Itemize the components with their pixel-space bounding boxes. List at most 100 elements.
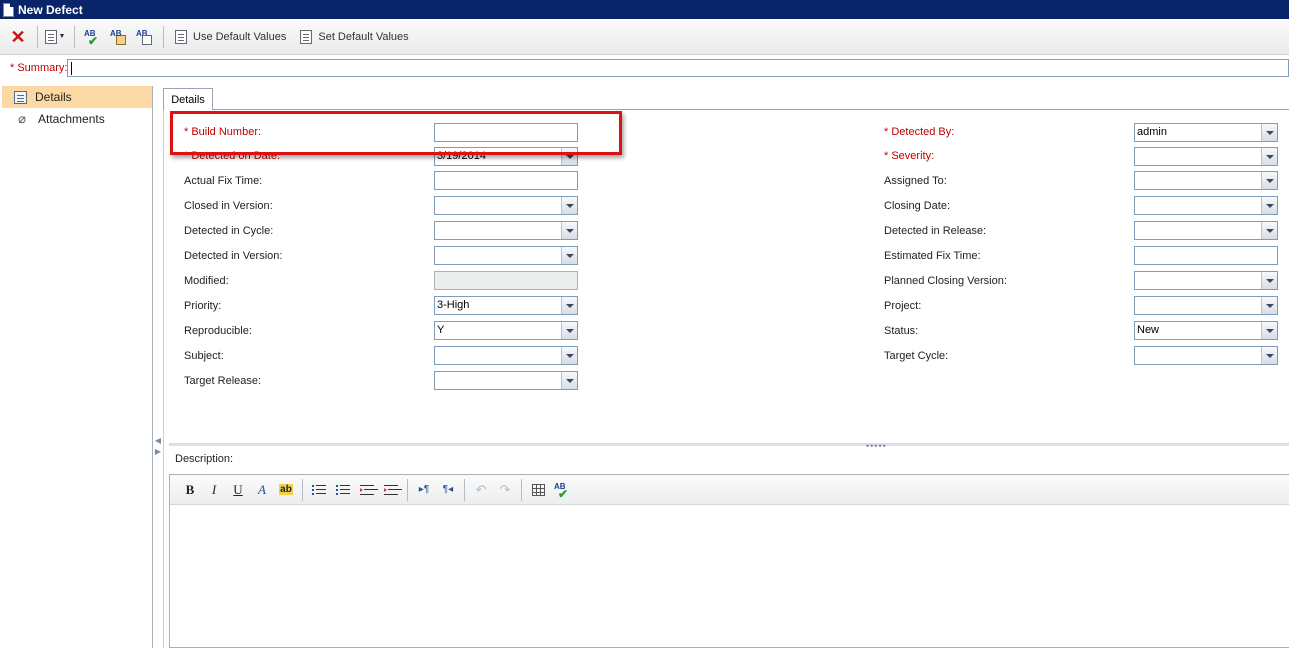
toolbar-separator xyxy=(37,25,38,48)
thesaurus-icon: AB xyxy=(109,28,127,46)
priority-field[interactable]: 3-High xyxy=(434,296,578,315)
use-default-values-button[interactable]: Use Default Values xyxy=(169,25,292,49)
splitter-grip-icon[interactable]: ••••• xyxy=(866,441,887,451)
target-release-field[interactable] xyxy=(434,371,578,390)
indent-icon xyxy=(384,484,398,496)
sidebar-item-label: Attachments xyxy=(38,112,105,126)
modified-label: Modified: xyxy=(184,275,229,287)
chevron-down-icon[interactable] xyxy=(1261,297,1277,314)
panel-splitter[interactable] xyxy=(169,443,1289,446)
closed-in-version-field[interactable] xyxy=(434,196,578,215)
increase-indent-button[interactable] xyxy=(379,479,403,501)
undo-icon: ↶ xyxy=(475,481,487,497)
main-toolbar: ✕ ▼ AB ✔ AB AB Use Default Values Set Def… xyxy=(0,19,1289,55)
rtl-button[interactable]: ¶◂ xyxy=(436,479,460,501)
chevron-down-icon[interactable] xyxy=(1261,148,1277,165)
project-field[interactable] xyxy=(1134,296,1278,315)
insert-table-button[interactable] xyxy=(526,479,550,501)
editor-spell-check-button[interactable]: AB ✔ xyxy=(550,479,574,501)
collapse-sidebar-handle[interactable]: ◀ ▶ xyxy=(154,435,162,459)
redo-button[interactable]: ↷ xyxy=(493,479,517,501)
assigned-to-field[interactable] xyxy=(1134,171,1278,190)
editor-toolbar: B I U A ab ▸¶ ¶◂ ↶ ↷ AB ✔ xyxy=(170,475,1289,505)
actual-fix-time-field[interactable] xyxy=(434,171,578,190)
toolbar-separator xyxy=(464,478,465,501)
chevron-down-icon[interactable] xyxy=(1261,124,1277,141)
undo-button[interactable]: ↶ xyxy=(469,479,493,501)
build-number-field[interactable] xyxy=(434,123,578,142)
spelling-options-icon: AB xyxy=(135,28,153,46)
bullet-list-button[interactable] xyxy=(307,479,331,501)
summary-input[interactable] xyxy=(67,59,1289,77)
tab-label: Details xyxy=(171,93,205,106)
close-defect-button[interactable]: ✕ xyxy=(6,25,30,49)
description-editor: B I U A ab ▸¶ ¶◂ ↶ ↷ AB ✔ xyxy=(169,474,1289,648)
details-icon xyxy=(14,90,27,104)
clipboard-icon xyxy=(44,29,57,44)
summary-label: * Summary: xyxy=(10,62,68,74)
numbered-list-button[interactable] xyxy=(331,479,355,501)
chevron-down-icon[interactable] xyxy=(1261,347,1277,364)
chevron-down-icon[interactable] xyxy=(561,247,577,264)
closing-date-field[interactable] xyxy=(1134,196,1278,215)
clipboard-dropdown-button[interactable]: ▼ xyxy=(43,25,67,49)
reproducible-field[interactable]: Y xyxy=(434,321,578,340)
chevron-down-icon[interactable] xyxy=(561,148,577,165)
chevron-down-icon[interactable] xyxy=(561,197,577,214)
paperclip-icon: ⌀ xyxy=(18,111,26,126)
chevron-down-icon[interactable] xyxy=(1261,172,1277,189)
status-field[interactable]: New xyxy=(1134,321,1278,340)
window-titlebar: New Defect xyxy=(0,0,1289,19)
bold-button[interactable]: B xyxy=(178,479,202,501)
chevron-down-icon[interactable] xyxy=(1261,272,1277,289)
table-icon xyxy=(531,483,545,496)
thesaurus-button[interactable]: AB xyxy=(106,25,130,49)
chevron-down-icon[interactable] xyxy=(561,372,577,389)
detected-in-release-field[interactable] xyxy=(1134,221,1278,240)
tab-details[interactable]: Details xyxy=(163,88,213,110)
spelling-options-button[interactable]: AB xyxy=(132,25,156,49)
sidebar-item-attachments[interactable]: ⌀ Attachments xyxy=(2,108,152,130)
estimated-fix-time-field[interactable] xyxy=(1134,246,1278,265)
target-release-label: Target Release: xyxy=(184,375,262,387)
italic-button[interactable]: I xyxy=(202,479,226,501)
font-color-button[interactable]: A xyxy=(250,479,274,501)
subject-field[interactable] xyxy=(434,346,578,365)
chevron-down-icon[interactable] xyxy=(561,297,577,314)
text-caret xyxy=(71,62,72,75)
detected-on-date-field[interactable]: 3/19/2014 xyxy=(434,147,578,166)
bullet-list-icon xyxy=(312,484,326,496)
reproducible-label: Reproducible: xyxy=(184,325,252,337)
underline-button[interactable]: U xyxy=(226,479,250,501)
chevron-down-icon[interactable] xyxy=(561,222,577,239)
severity-field[interactable] xyxy=(1134,147,1278,166)
window-title: New Defect xyxy=(18,2,83,17)
description-text-area[interactable] xyxy=(170,505,1289,647)
highlight-button[interactable]: ab xyxy=(274,479,298,501)
chevron-down-icon[interactable] xyxy=(1261,322,1277,339)
status-value: New xyxy=(1137,324,1160,336)
sidebar-item-details[interactable]: Details xyxy=(2,86,152,108)
set-default-values-label: Set Default Values xyxy=(318,30,409,43)
left-to-right-icon: ▸¶ xyxy=(418,484,430,495)
detected-by-field[interactable]: admin xyxy=(1134,123,1278,142)
chevron-down-icon[interactable] xyxy=(561,347,577,364)
planned-closing-version-field[interactable] xyxy=(1134,271,1278,290)
target-cycle-field[interactable] xyxy=(1134,346,1278,365)
ltr-button[interactable]: ▸¶ xyxy=(412,479,436,501)
toolbar-separator xyxy=(163,25,164,48)
chevron-down-icon[interactable] xyxy=(561,322,577,339)
detected-by-label: * Detected By: xyxy=(884,126,955,138)
chevron-down-icon[interactable] xyxy=(1261,222,1277,239)
detected-in-version-field[interactable] xyxy=(434,246,578,265)
chevron-down-icon: ▼ xyxy=(58,33,66,40)
planned-closing-version-label: Planned Closing Version: xyxy=(884,275,1007,287)
chevron-down-icon[interactable] xyxy=(1261,197,1277,214)
spell-check-button[interactable]: AB ✔ xyxy=(80,25,104,49)
decrease-indent-button[interactable] xyxy=(355,479,379,501)
summary-row: * Summary: xyxy=(0,56,1289,80)
set-default-values-button[interactable]: Set Default Values xyxy=(294,25,414,49)
detected-in-version-label: Detected in Version: xyxy=(184,250,283,262)
detected-in-release-label: Detected in Release: xyxy=(884,225,987,237)
detected-in-cycle-field[interactable] xyxy=(434,221,578,240)
